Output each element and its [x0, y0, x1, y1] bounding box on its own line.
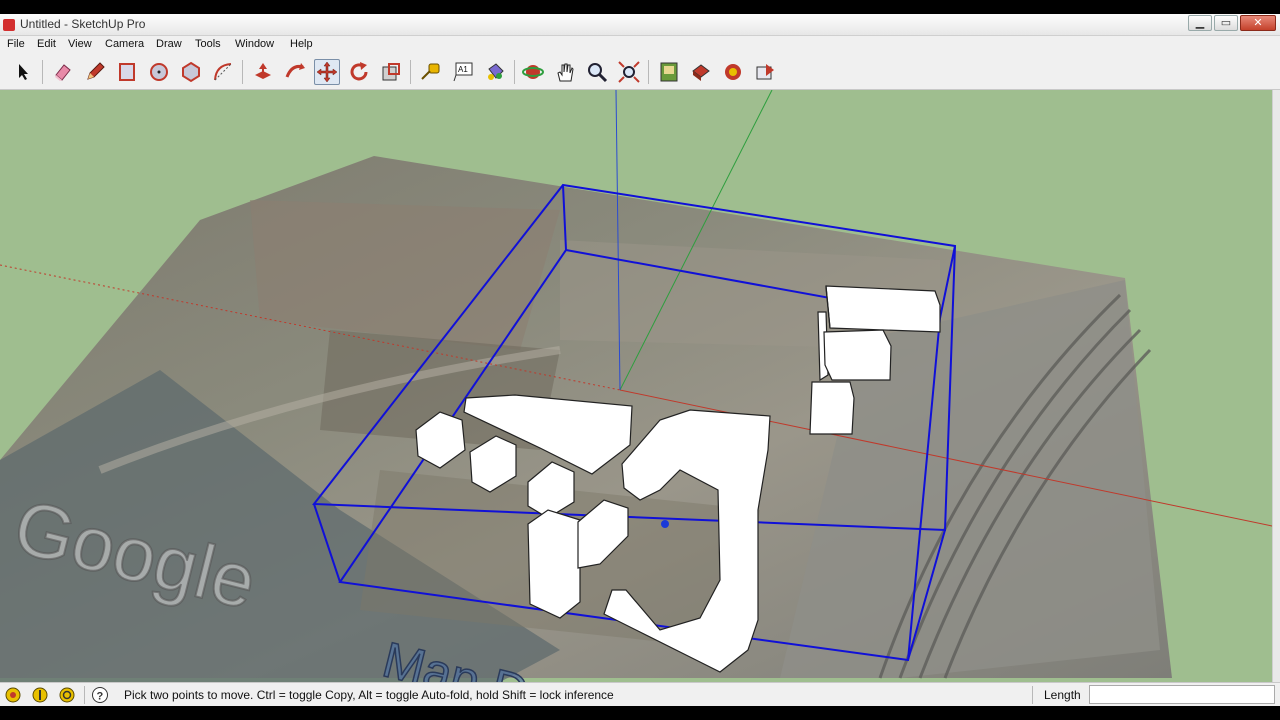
- paint-bucket-tool-button[interactable]: [482, 59, 508, 85]
- zoom-tool-button[interactable]: [584, 59, 610, 85]
- share-component-icon: [725, 64, 741, 80]
- geo-location-icon[interactable]: [4, 686, 22, 704]
- get-models-icon: [660, 62, 678, 82]
- svg-text:A1: A1: [458, 65, 468, 74]
- length-input[interactable]: [1089, 685, 1275, 704]
- copyright-icon[interactable]: [58, 686, 76, 704]
- share-model-icon: [692, 64, 710, 81]
- pan-tool-button[interactable]: [552, 59, 578, 85]
- title-bar: Untitled - SketchUp Pro ▁ ▭ ✕: [0, 14, 1280, 36]
- sketchup-app-icon: [3, 19, 15, 31]
- orbit-tool-button[interactable]: [520, 59, 546, 85]
- menu-window[interactable]: Window: [235, 38, 274, 50]
- toolbar-separator: [410, 60, 411, 84]
- arc-tool-button[interactable]: [210, 59, 236, 85]
- menu-help[interactable]: Help: [290, 38, 313, 50]
- model-viewport[interactable]: Google Map D: [0, 90, 1272, 682]
- status-separator: [84, 686, 85, 704]
- arrow-cursor-icon: [19, 64, 28, 80]
- status-bar: ? Pick two points to move. Ctrl = toggle…: [0, 682, 1280, 706]
- length-label: Length: [1044, 688, 1081, 702]
- move-point-marker: [661, 520, 669, 528]
- eraser-tool-button[interactable]: [50, 59, 76, 85]
- toolbar-separator: [514, 60, 515, 84]
- text-icon: A1: [453, 62, 473, 82]
- orbit-icon: [522, 65, 544, 79]
- zoom-icon: [588, 63, 608, 83]
- scale-icon: [382, 63, 400, 81]
- close-button[interactable]: ✕: [1240, 15, 1276, 31]
- follow-me-icon: [285, 63, 305, 78]
- svg-text:?: ?: [97, 691, 104, 703]
- circle-icon: [150, 63, 168, 81]
- push-pull-icon: [255, 63, 271, 79]
- scale-tool-button[interactable]: [378, 59, 404, 85]
- window-title: Untitled - SketchUp Pro: [20, 17, 146, 31]
- circle-tool-button[interactable]: [146, 59, 172, 85]
- move-tool-button[interactable]: [314, 59, 340, 85]
- select-tool-button[interactable]: [11, 59, 37, 85]
- move-icon: [316, 61, 338, 83]
- extension-warehouse-tool-button[interactable]: [752, 59, 778, 85]
- help-icon[interactable]: ?: [91, 686, 109, 704]
- menu-view[interactable]: View: [68, 38, 92, 50]
- follow-me-tool-button[interactable]: [282, 59, 308, 85]
- paint-bucket-icon: [488, 63, 504, 80]
- toolbar-separator: [242, 60, 243, 84]
- zoom-extents-icon: [618, 61, 640, 83]
- toolbar-separator: [648, 60, 649, 84]
- polygon-icon: [182, 61, 200, 83]
- eraser-icon: [55, 64, 71, 81]
- menu-edit[interactable]: Edit: [37, 38, 56, 50]
- tape-measure-tool-button[interactable]: [418, 59, 444, 85]
- menu-camera[interactable]: Camera: [105, 38, 144, 50]
- minimize-button[interactable]: ▁: [1188, 15, 1212, 31]
- share-model-tool-button[interactable]: [688, 59, 714, 85]
- status-separator: [1032, 686, 1033, 704]
- right-scrollbar[interactable]: [1272, 90, 1280, 682]
- pan-hand-icon: [557, 63, 574, 82]
- tape-measure-icon: [421, 63, 440, 80]
- window-controls: ▁ ▭ ✕: [1188, 15, 1276, 31]
- main-toolbar: A1: [0, 54, 1280, 90]
- menu-draw[interactable]: Draw: [156, 38, 182, 50]
- menu-file[interactable]: File: [7, 38, 25, 50]
- credits-icon[interactable]: [31, 686, 49, 704]
- pencil-tool-button[interactable]: [82, 59, 108, 85]
- rotate-tool-button[interactable]: [346, 59, 372, 85]
- rectangle-tool-button[interactable]: [114, 59, 140, 85]
- menu-bar: File Edit View Camera Draw Tools Window …: [0, 36, 1280, 54]
- rectangle-icon: [119, 63, 135, 81]
- zoom-extents-tool-button[interactable]: [616, 59, 642, 85]
- polygon-tool-button[interactable]: [178, 59, 204, 85]
- text-tool-button[interactable]: A1: [450, 59, 476, 85]
- arc-icon: [214, 63, 232, 81]
- maximize-button[interactable]: ▭: [1214, 15, 1238, 31]
- share-component-tool-button[interactable]: [720, 59, 746, 85]
- scene-canvas: Google Map D: [0, 90, 1272, 682]
- pencil-icon: [87, 62, 105, 80]
- extension-warehouse-icon: [756, 64, 774, 80]
- get-models-tool-button[interactable]: [656, 59, 682, 85]
- menu-tools[interactable]: Tools: [195, 38, 221, 50]
- rotate-icon: [350, 62, 368, 81]
- push-pull-tool-button[interactable]: [250, 59, 276, 85]
- status-message: Pick two points to move. Ctrl = toggle C…: [124, 688, 614, 702]
- toolbar-separator: [42, 60, 43, 84]
